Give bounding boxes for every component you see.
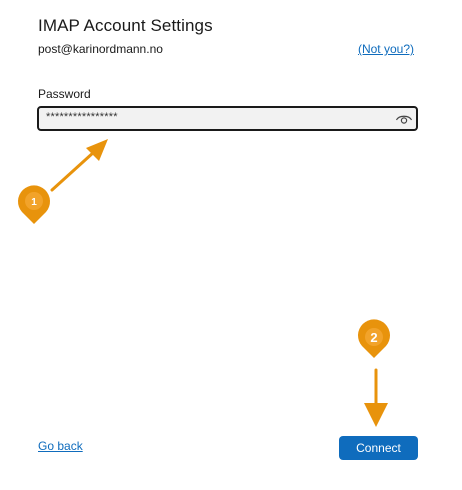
arrow-1 bbox=[50, 139, 108, 192]
eye-icon[interactable] bbox=[395, 112, 413, 126]
password-value: **************** bbox=[46, 111, 118, 123]
password-field[interactable]: **************** bbox=[37, 106, 418, 131]
connect-button[interactable]: Connect bbox=[339, 436, 418, 460]
arrow-2 bbox=[364, 368, 388, 427]
not-you-link[interactable]: (Not you?) bbox=[358, 42, 414, 56]
account-email: post@karinordmann.no bbox=[38, 42, 163, 56]
callout-marker-2: 2 bbox=[357, 319, 390, 358]
callout-2-number: 2 bbox=[370, 330, 377, 345]
callout-marker-1: 1 bbox=[18, 185, 50, 224]
dialog-title: IMAP Account Settings bbox=[38, 16, 213, 35]
password-label: Password bbox=[38, 87, 91, 101]
go-back-link[interactable]: Go back bbox=[38, 439, 83, 453]
callout-1-number: 1 bbox=[31, 197, 37, 208]
annotation-layer: 1 2 bbox=[18, 139, 390, 427]
